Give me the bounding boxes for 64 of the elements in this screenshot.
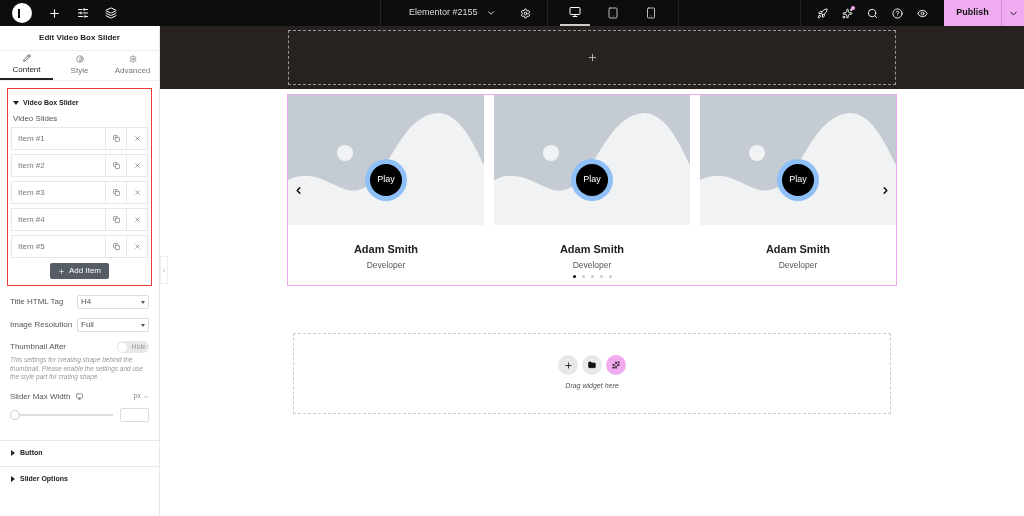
repeater-item[interactable]: Item #1 [11, 127, 148, 150]
sparkle-icon[interactable] [606, 355, 626, 376]
field-label: Thumbnail After [10, 341, 67, 353]
select-field[interactable]: Full [77, 318, 149, 332]
plus-icon [58, 267, 65, 275]
desktop-icon [568, 6, 581, 18]
chevron-icon [161, 266, 167, 274]
duplicate-icon[interactable] [112, 189, 120, 196]
person-role: Developer [572, 259, 612, 270]
field-label: Slider Max Width [10, 390, 71, 403]
preview-icon[interactable] [917, 7, 928, 19]
help-icon[interactable] [892, 7, 903, 19]
repeater-item[interactable]: Item #2 [11, 154, 148, 177]
slider-track[interactable] [10, 409, 113, 420]
slider-handle[interactable] [10, 409, 20, 420]
logo-icon[interactable] [12, 3, 32, 23]
panel-title: Edit Video Box Slider [0, 26, 159, 51]
field-label: Video Slides [12, 113, 59, 125]
settings-icon[interactable] [519, 7, 531, 19]
repeater-item[interactable]: Item #3 [11, 181, 148, 204]
pencil-icon [22, 53, 31, 62]
panel-tab[interactable]: Advanced [106, 51, 159, 80]
add-section-area[interactable] [288, 30, 896, 85]
duplicate-icon[interactable] [112, 135, 120, 142]
sparkle-icon[interactable] [842, 7, 853, 19]
chevron-icon [143, 393, 149, 400]
person-name: Adam Smith [765, 242, 831, 257]
mobile-icon [644, 7, 657, 19]
close-icon[interactable] [133, 135, 141, 142]
close-icon[interactable] [133, 189, 141, 196]
person-name: Adam Smith [353, 242, 419, 257]
width-input[interactable] [120, 407, 149, 422]
duplicate-icon[interactable] [112, 162, 120, 169]
layers-icon[interactable] [105, 7, 117, 19]
person-role: Developer [366, 259, 406, 270]
add-icon[interactable] [48, 6, 61, 20]
person-name: Adam Smith [559, 242, 625, 257]
settings-icon[interactable] [77, 7, 89, 19]
folder-icon[interactable] [582, 355, 602, 376]
add-item-button[interactable]: Add Item [50, 263, 109, 279]
desktop-icon[interactable] [76, 393, 84, 400]
repeater-item[interactable]: Item #5 [11, 235, 148, 258]
select-field[interactable]: H4 [77, 295, 149, 309]
search-icon[interactable] [867, 7, 878, 19]
publish-button[interactable]: Publish [944, 0, 1001, 26]
tablet-icon [606, 7, 619, 19]
rocket-icon[interactable] [817, 7, 828, 19]
contrast-icon [75, 54, 84, 63]
duplicate-icon[interactable] [112, 243, 120, 250]
collapse-panel-handle[interactable] [160, 256, 168, 284]
field-label: Title HTML Tag [10, 296, 64, 308]
gear-icon [128, 54, 137, 63]
document-title[interactable]: Elementor #2155 [409, 6, 478, 20]
field-label: Image Resolution [10, 319, 73, 331]
chevron-icon[interactable] [485, 8, 496, 18]
close-icon[interactable] [133, 243, 141, 250]
panel-tab[interactable]: Content [0, 51, 53, 80]
plus-icon [586, 52, 598, 63]
panel-tab[interactable]: Style [53, 51, 106, 80]
duplicate-icon[interactable] [112, 216, 120, 223]
person-role: Developer [778, 259, 818, 270]
repeater-item[interactable]: Item #4 [11, 208, 148, 231]
close-icon[interactable] [133, 162, 141, 169]
close-icon[interactable] [133, 216, 141, 223]
